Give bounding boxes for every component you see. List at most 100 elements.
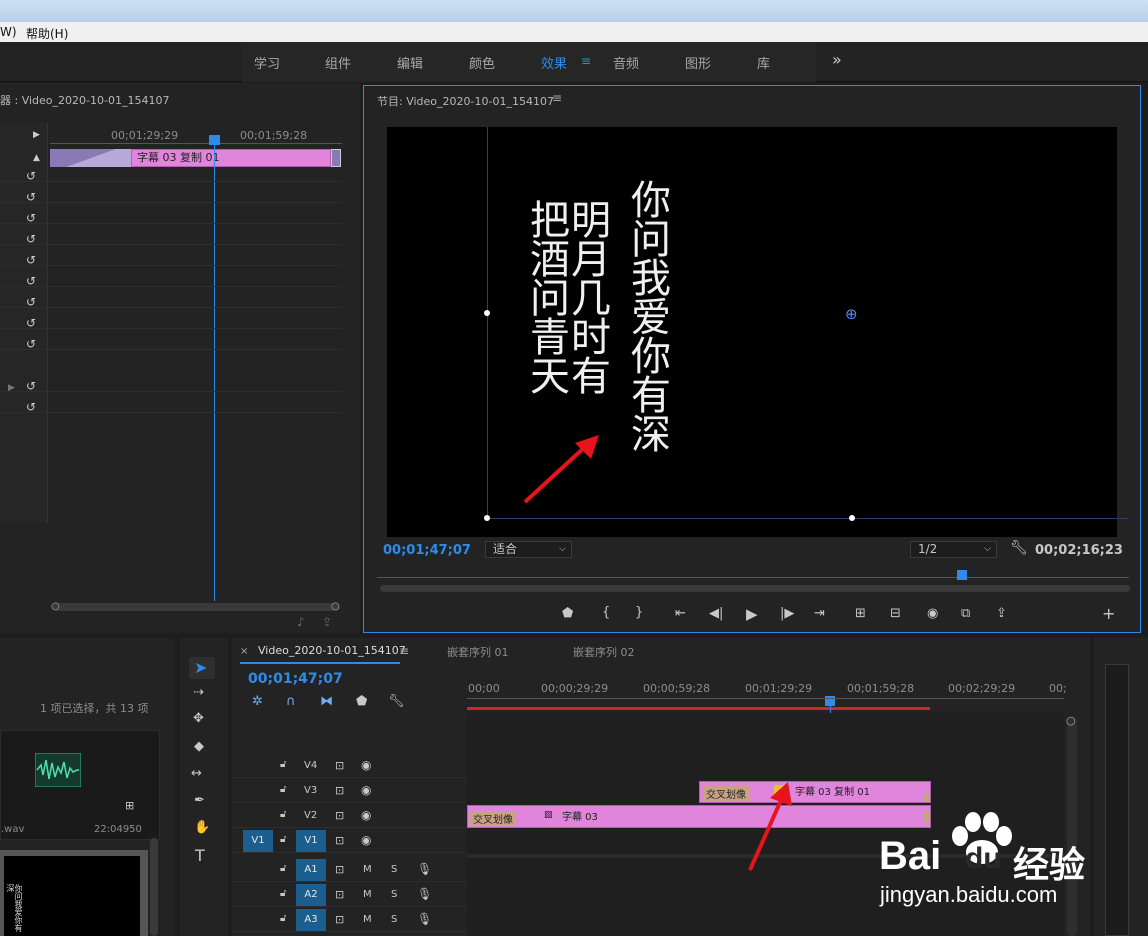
mute-button[interactable]: M xyxy=(363,914,372,925)
source-clip-end[interactable] xyxy=(331,149,341,167)
workspace-effects[interactable]: 效果 xyxy=(541,53,567,72)
anchor-point-icon[interactable]: ⊕ xyxy=(845,305,858,323)
expand-right-icon[interactable]: ▶ xyxy=(33,130,40,140)
track-select-tool-icon[interactable]: ⇢ xyxy=(193,685,204,700)
go-to-out-icon[interactable]: ⇥ xyxy=(814,606,825,621)
tab-nested-sequence-02[interactable]: 嵌套序列 02 xyxy=(573,644,635,660)
audio-item-tile[interactable]: ⊞ .wav 22:04950 xyxy=(0,730,160,840)
sync-lock-icon[interactable]: ⊡ xyxy=(335,863,344,876)
program-ruler[interactable] xyxy=(377,571,1129,578)
type-tool-icon[interactable]: T xyxy=(195,846,205,865)
clip-v2-transition[interactable]: 交叉划像 xyxy=(470,811,516,826)
track-header-a1[interactable]: 🔓︎ A1 ⊡ M S 🎙︎ xyxy=(232,858,466,882)
wrench-icon[interactable]: 🔧︎ xyxy=(1010,540,1028,556)
timeline-settings-icon[interactable]: 🔧︎ xyxy=(388,694,405,709)
nest-toggle-icon[interactable]: ✲ xyxy=(252,694,263,709)
lock-icon[interactable]: 🔓︎ xyxy=(280,863,286,874)
snap-icon[interactable]: ∩ xyxy=(286,694,296,709)
timeline-current-timecode[interactable]: 00;01;47;07 xyxy=(248,671,343,687)
track-header-v2[interactable]: 🔓︎ V2 ⊡ ◉ xyxy=(232,804,466,828)
sync-lock-icon[interactable]: ⊡ xyxy=(335,809,344,822)
program-playhead[interactable] xyxy=(957,570,967,580)
scroll-left-handle[interactable]: ○ xyxy=(51,601,60,612)
workspace-menu-icon[interactable]: ≡ xyxy=(581,54,591,68)
resolution-dropdown[interactable]: 1/2 ⌵ xyxy=(910,541,997,558)
eye-icon[interactable]: ◉ xyxy=(361,783,371,797)
ripple-edit-tool-icon[interactable]: ✥ xyxy=(193,711,204,726)
step-back-icon[interactable]: ◀| xyxy=(709,606,723,621)
track-header-v4[interactable]: 🔓︎ V4 ⊡ ◉ xyxy=(232,754,466,778)
solo-button[interactable]: S xyxy=(391,889,397,900)
lift-icon[interactable]: ⊞ xyxy=(855,606,866,621)
play-icon[interactable]: ▶ xyxy=(746,605,758,623)
bbox-handle-bottom-left[interactable] xyxy=(484,515,490,521)
workspace-graphics[interactable]: 图形 xyxy=(685,53,711,72)
sync-lock-icon[interactable]: ⊡ xyxy=(335,888,344,901)
mark-in-icon[interactable]: { xyxy=(602,605,610,620)
track-header-a3[interactable]: 🔓︎ A3 ⊡ M S 🎙︎ xyxy=(232,908,466,932)
sequence-item-tile[interactable]: 你问我爱你有深 xyxy=(0,850,148,936)
linked-selection-icon[interactable]: ⧓ xyxy=(320,694,333,709)
go-to-in-icon[interactable]: ⇤ xyxy=(675,606,686,621)
track-header-v3[interactable]: 🔓︎ V3 ⊡ ◉ xyxy=(232,779,466,803)
microphone-icon[interactable]: 🎙︎ xyxy=(417,862,432,876)
tab-sequence[interactable]: Video_2020-10-01_154107 xyxy=(258,644,406,657)
project-scrollbar[interactable] xyxy=(150,838,158,936)
mark-out-icon[interactable]: } xyxy=(635,605,643,620)
fit-dropdown[interactable]: 适合 ⌵ xyxy=(485,541,572,558)
lock-icon[interactable]: 🔓︎ xyxy=(280,913,286,924)
extract-icon[interactable]: ⊟ xyxy=(890,606,901,621)
workspace-color[interactable]: 颜色 xyxy=(469,53,495,72)
workspace-assembly[interactable]: 组件 xyxy=(325,53,351,72)
lock-icon[interactable]: 🔓︎ xyxy=(280,759,286,770)
hand-tool-icon[interactable]: ✋ xyxy=(194,820,210,835)
track-target[interactable]: A2 xyxy=(296,884,326,906)
vscroll-handle[interactable]: ○ xyxy=(1066,714,1076,727)
workspace-audio[interactable]: 音频 xyxy=(613,53,639,72)
workspace-editing[interactable]: 编辑 xyxy=(397,53,423,72)
scroll-right-handle[interactable]: ○ xyxy=(331,601,340,612)
source-scrollbar[interactable] xyxy=(52,603,340,611)
menu-help[interactable]: 帮助(H) xyxy=(26,25,68,42)
solo-button[interactable]: S xyxy=(391,914,397,925)
microphone-icon[interactable]: 🎙︎ xyxy=(417,912,432,926)
compare-view-icon[interactable]: ⧉ xyxy=(961,606,970,621)
workspace-libraries[interactable]: 库 xyxy=(757,53,770,72)
source-patch-v1[interactable]: V1 xyxy=(243,830,273,852)
export-icon[interactable]: ⇪ xyxy=(322,615,332,629)
tab-nested-sequence-01[interactable]: 嵌套序列 01 xyxy=(447,644,509,660)
lock-icon[interactable]: 🔓︎ xyxy=(280,784,286,795)
workspace-overflow-icon[interactable]: » xyxy=(832,50,842,69)
eye-icon[interactable]: ◉ xyxy=(361,833,371,847)
program-zoom-scrollbar[interactable] xyxy=(380,585,1130,592)
microphone-icon[interactable]: 🎙︎ xyxy=(417,887,432,901)
workspace-learn[interactable]: 学习 xyxy=(254,53,280,72)
audio-icon[interactable]: ♪ xyxy=(297,615,305,629)
selection-tool-icon[interactable]: ➤ xyxy=(194,658,207,677)
expand-up-icon[interactable]: ▲ xyxy=(33,153,40,163)
source-playhead[interactable] xyxy=(209,135,220,145)
timeline-menu-icon[interactable]: ≡ xyxy=(399,644,409,658)
track-target-v1[interactable]: V1 xyxy=(296,830,326,852)
program-menu-icon[interactable]: ≡ xyxy=(552,91,562,105)
track-header-a2[interactable]: 🔓︎ A2 ⊡ M S 🎙︎ xyxy=(232,883,466,907)
menu-window[interactable]: W) xyxy=(0,25,17,39)
mute-button[interactable]: M xyxy=(363,864,372,875)
lock-icon[interactable]: 🔓︎ xyxy=(280,888,286,899)
sync-lock-icon[interactable]: ⊡ xyxy=(335,913,344,926)
close-tab-icon[interactable]: × xyxy=(240,646,248,657)
pen-tool-icon[interactable]: ✒ xyxy=(194,793,205,808)
export-icon[interactable]: ⇪ xyxy=(996,606,1007,621)
track-target[interactable]: A3 xyxy=(296,909,326,931)
add-marker-icon[interactable]: ⬟ xyxy=(562,606,573,621)
sync-lock-icon[interactable]: ⊡ xyxy=(335,759,344,772)
sync-lock-icon[interactable]: ⊡ xyxy=(335,834,344,847)
mute-button[interactable]: M xyxy=(363,889,372,900)
eye-icon[interactable]: ◉ xyxy=(361,758,371,772)
program-current-timecode[interactable]: 00;01;47;07 xyxy=(383,543,471,558)
transition-block[interactable] xyxy=(50,149,132,167)
razor-tool-icon[interactable]: ◆ xyxy=(194,739,204,754)
solo-button[interactable]: S xyxy=(391,864,397,875)
export-frame-icon[interactable]: ◉ xyxy=(927,606,938,621)
lock-icon[interactable]: 🔓︎ xyxy=(280,809,286,820)
